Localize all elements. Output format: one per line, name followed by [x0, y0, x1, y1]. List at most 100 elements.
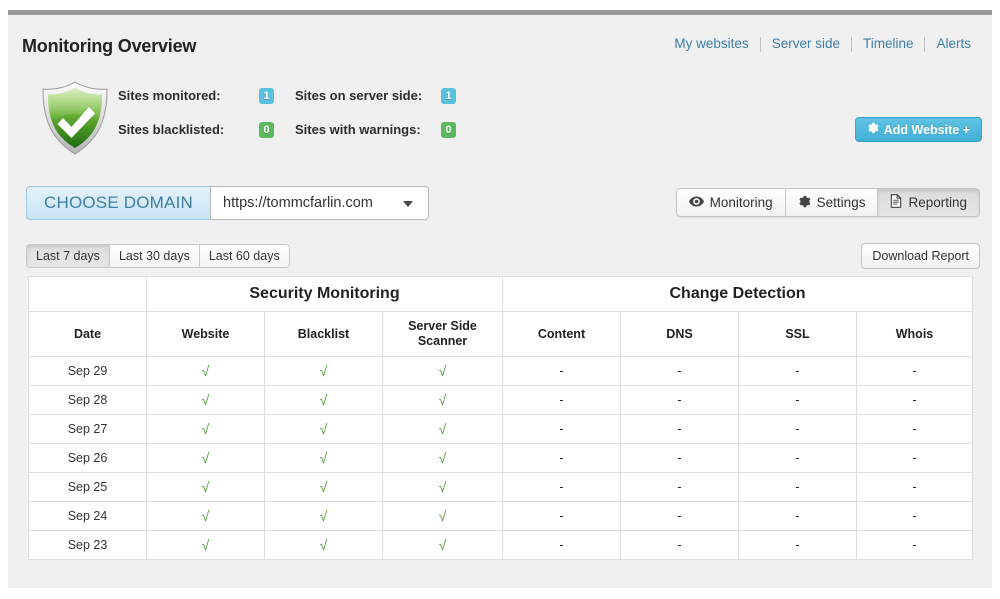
check-icon: √	[438, 508, 447, 524]
cell-whois: -	[855, 414, 974, 444]
cell-whois: -	[855, 356, 974, 386]
tab-settings[interactable]: Settings	[785, 188, 879, 217]
stat-label-sites-on-server-side: Sites on server side:	[295, 87, 423, 103]
check-icon: √	[438, 537, 447, 553]
table-row: Sep 29 √ √ √ - - - -	[28, 356, 974, 386]
cell-dns: -	[620, 385, 739, 415]
nav-link-server-side[interactable]: Server side	[761, 36, 851, 52]
range-tab-last-7-days[interactable]: Last 7 days	[26, 244, 110, 268]
report-table: Security Monitoring Change Detection Dat…	[28, 276, 974, 560]
cell-server-side-scanner: √	[382, 414, 503, 444]
table-row: Sep 23 √ √ √ - - - -	[28, 530, 974, 560]
check-icon: √	[201, 392, 210, 408]
column-header-server-side-scanner: Server Side Scanner	[382, 311, 503, 357]
add-website-button[interactable]: Add Website +	[854, 117, 982, 142]
green-shield-check-icon	[33, 76, 117, 160]
cell-dns: -	[620, 472, 739, 502]
cell-content: -	[502, 501, 621, 531]
tab-monitoring[interactable]: Monitoring	[675, 188, 786, 217]
nav-link-alerts[interactable]: Alerts	[925, 36, 982, 52]
stat-badge-cell: 1	[259, 86, 295, 104]
cell-dns: -	[620, 501, 739, 531]
group-header-security-monitoring: Security Monitoring	[146, 276, 503, 312]
check-icon: √	[438, 392, 447, 408]
not-available-dash: -	[559, 393, 564, 407]
check-icon: √	[201, 363, 210, 379]
not-available-dash: -	[559, 538, 564, 552]
column-header-ssl: SSL	[738, 311, 857, 357]
top-navigation: My websites Server side Timeline Alerts	[663, 36, 982, 52]
not-available-dash: -	[559, 422, 564, 436]
not-available-dash: -	[559, 480, 564, 494]
not-available-dash: -	[795, 422, 800, 436]
check-icon: √	[319, 450, 328, 466]
group-header-blank	[28, 276, 147, 312]
view-tab-group: Monitoring Settings Reporting	[675, 188, 980, 217]
cell-website: √	[146, 385, 265, 415]
column-header-date: Date	[28, 311, 147, 357]
group-header-row: Security Monitoring Change Detection	[28, 276, 974, 312]
download-report-button[interactable]: Download Report	[861, 243, 980, 269]
nav-link-my-websites[interactable]: My websites	[663, 36, 759, 52]
gear-icon	[798, 195, 811, 211]
cell-blacklist: √	[264, 501, 383, 531]
cell-blacklist: √	[264, 443, 383, 473]
table-row: Sep 25 √ √ √ - - - -	[28, 472, 974, 502]
badge-sites-blacklisted: 0	[259, 122, 274, 138]
summary-row: Sites monitored: 1 Sites on server side:…	[118, 78, 538, 112]
not-available-dash: -	[912, 509, 917, 523]
tab-reporting-label: Reporting	[908, 195, 967, 210]
nav-link-timeline[interactable]: Timeline	[852, 36, 925, 52]
cell-website: √	[146, 530, 265, 560]
summary-row: Sites blacklisted: 0 Sites with warnings…	[118, 112, 538, 146]
table-row: Sep 27 √ √ √ - - - -	[28, 414, 974, 444]
not-available-dash: -	[912, 422, 917, 436]
column-header-whois: Whois	[855, 311, 974, 357]
not-available-dash: -	[677, 509, 682, 523]
cell-date: Sep 27	[28, 414, 147, 444]
table-row: Sep 26 √ √ √ - - - -	[28, 443, 974, 473]
cell-server-side-scanner: √	[382, 472, 503, 502]
choose-domain-label[interactable]: CHOOSE DOMAIN	[26, 186, 210, 220]
check-icon: √	[438, 421, 447, 437]
column-header-dns: DNS	[620, 311, 739, 357]
range-tab-last-60-days[interactable]: Last 60 days	[199, 244, 290, 268]
cell-date: Sep 24	[28, 501, 147, 531]
cell-website: √	[146, 472, 265, 502]
not-available-dash: -	[677, 480, 682, 494]
cell-whois: -	[855, 472, 974, 502]
column-header-content: Content	[502, 311, 621, 357]
cell-blacklist: √	[264, 472, 383, 502]
cell-server-side-scanner: √	[382, 356, 503, 386]
check-icon: √	[201, 421, 210, 437]
column-header-blacklist: Blacklist	[264, 311, 383, 357]
cell-server-side-scanner: √	[382, 530, 503, 560]
cell-whois: -	[855, 501, 974, 531]
not-available-dash: -	[559, 451, 564, 465]
cell-content: -	[502, 356, 621, 386]
not-available-dash: -	[559, 364, 564, 378]
badge-sites-with-warnings: 0	[441, 122, 456, 138]
range-tab-last-30-days[interactable]: Last 30 days	[109, 244, 200, 268]
cell-dns: -	[620, 443, 739, 473]
cell-content: -	[502, 443, 621, 473]
tab-reporting[interactable]: Reporting	[878, 188, 980, 217]
app-root: Monitoring Overview My websites Server s…	[0, 0, 1000, 599]
domain-chooser: CHOOSE DOMAIN https://tommcfarlin.com	[26, 186, 429, 220]
check-icon: √	[319, 537, 328, 553]
badge-sites-on-server-side: 1	[441, 88, 456, 104]
stat-label-sites-with-warnings: Sites with warnings:	[295, 121, 421, 137]
cell-blacklist: √	[264, 414, 383, 444]
add-website-label: Add Website +	[883, 122, 970, 137]
cell-whois: -	[855, 385, 974, 415]
cell-date: Sep 29	[28, 356, 147, 386]
table-row: Sep 24 √ √ √ - - - -	[28, 501, 974, 531]
not-available-dash: -	[677, 364, 682, 378]
cell-ssl: -	[738, 501, 857, 531]
page-title: Monitoring Overview	[22, 36, 197, 56]
not-available-dash: -	[795, 509, 800, 523]
check-icon: √	[438, 450, 447, 466]
eye-icon	[688, 195, 704, 210]
column-header-row: Date Website Blacklist Server Side Scann…	[28, 311, 974, 357]
domain-select[interactable]: https://tommcfarlin.com	[210, 186, 429, 220]
